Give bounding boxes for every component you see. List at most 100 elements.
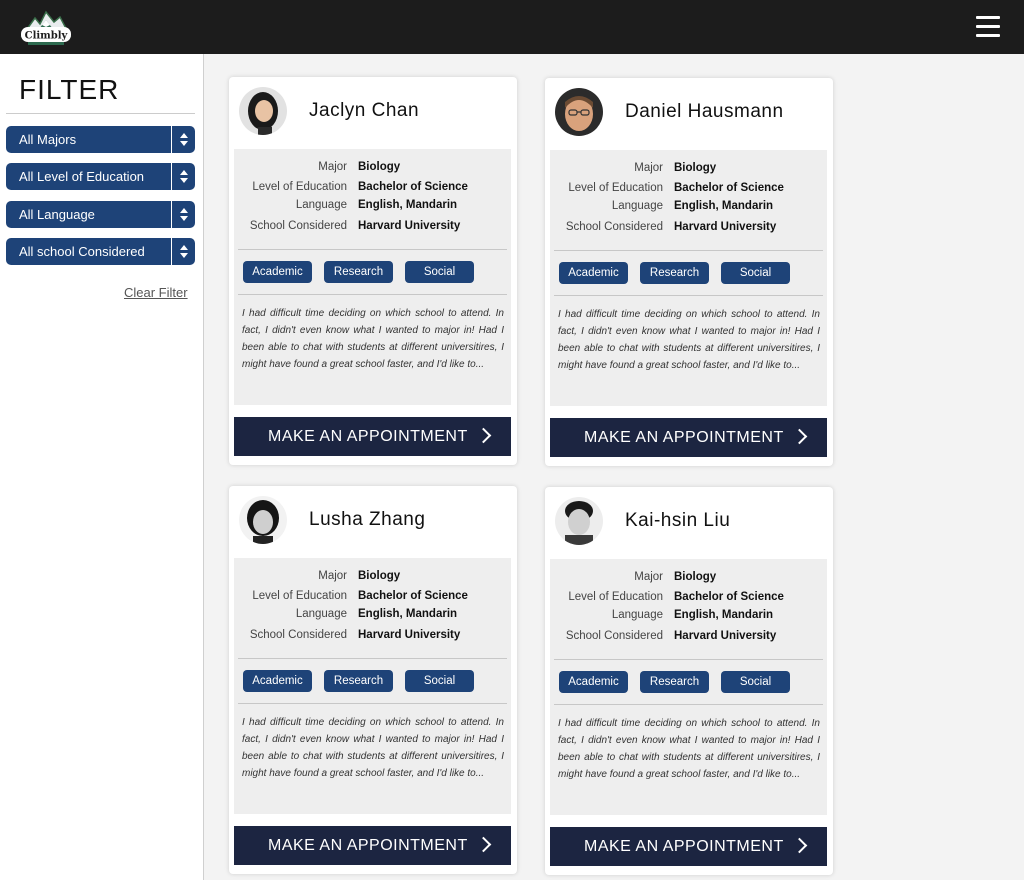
language-select[interactable]: All Language (6, 201, 195, 228)
education-level-value: Bachelor of Science (358, 590, 468, 602)
divider (238, 703, 507, 704)
make-appointment-button[interactable]: MAKE AN APPOINTMENT (550, 827, 827, 866)
divider (238, 658, 507, 659)
chevron-right-icon (475, 836, 492, 853)
select-value: All Language (19, 207, 95, 222)
language-value: English, Mandarin (674, 200, 774, 212)
student-description: I had difficult time deciding on which s… (558, 718, 820, 780)
student-info: Major Biology Level of Education Bachelor … (234, 558, 511, 814)
major-label: Major (634, 162, 663, 174)
make-appointment-button[interactable]: MAKE AN APPOINTMENT (234, 826, 511, 865)
education-level-value: Bachelor of Science (358, 181, 468, 193)
major-value: Biology (674, 571, 717, 583)
tag-social[interactable]: Social (405, 670, 474, 692)
select-arrows-icon (171, 163, 195, 190)
avatar (555, 88, 603, 136)
student-name: Daniel Hausmann (625, 101, 784, 122)
language-label: Language (295, 199, 347, 211)
school-label: School Considered (565, 221, 663, 233)
divider (554, 295, 823, 296)
student-name: Jaclyn Chan (309, 100, 420, 121)
student-description: I had difficult time deciding on which s… (558, 309, 820, 371)
button-label: MAKE AN APPOINTMENT (584, 429, 784, 446)
student-name: Kai-hsin Liu (625, 510, 731, 531)
tag-academic[interactable]: Academic (559, 262, 628, 284)
major-label: Major (318, 161, 347, 173)
divider (554, 659, 823, 660)
major-value: Biology (674, 162, 717, 174)
climbly-logo[interactable]: Climbly (18, 8, 74, 48)
make-appointment-button[interactable]: MAKE AN APPOINTMENT (550, 418, 827, 457)
divider (6, 113, 195, 114)
school-label: School Considered (565, 630, 663, 642)
school-value: Harvard University (674, 630, 777, 642)
chevron-right-icon (791, 428, 808, 445)
education-level-label: Level of Education (568, 591, 663, 603)
button-label: MAKE AN APPOINTMENT (268, 837, 468, 854)
school-value: Harvard University (674, 221, 777, 233)
student-card: Kai-hsin Liu Major Biology Level of Educa… (545, 487, 833, 875)
school-value: Harvard University (358, 629, 461, 641)
tag-research[interactable]: Research (324, 261, 393, 283)
hamburger-menu-icon[interactable] (976, 16, 1000, 38)
student-card: Jaclyn Chan Major Biology Level of Educat… (229, 77, 517, 465)
divider (554, 704, 823, 705)
make-appointment-button[interactable]: MAKE AN APPOINTMENT (234, 417, 511, 456)
avatar (239, 496, 287, 544)
divider (554, 250, 823, 251)
language-value: English, Mandarin (358, 199, 458, 211)
avatar (239, 87, 287, 135)
button-label: MAKE AN APPOINTMENT (268, 428, 468, 445)
divider (238, 249, 507, 250)
tag-social[interactable]: Social (721, 262, 790, 284)
major-label: Major (634, 571, 663, 583)
school-label: School Considered (249, 629, 347, 641)
language-label: Language (295, 608, 347, 620)
school-select[interactable]: All school Considered (6, 238, 195, 265)
language-label: Language (611, 609, 663, 621)
major-value: Biology (358, 161, 401, 173)
avatar (555, 497, 603, 545)
tag-social[interactable]: Social (405, 261, 474, 283)
button-label: MAKE AN APPOINTMENT (584, 838, 784, 855)
logo-text: Climbly (25, 31, 69, 42)
major-value: Biology (358, 570, 401, 582)
school-label: School Considered (249, 220, 347, 232)
select-arrows-icon (171, 238, 195, 265)
tag-research[interactable]: Research (640, 671, 709, 693)
tag-academic[interactable]: Academic (559, 671, 628, 693)
language-label: Language (611, 200, 663, 212)
tag-academic[interactable]: Academic (243, 670, 312, 692)
major-label: Major (318, 570, 347, 582)
education-level-value: Bachelor of Science (674, 182, 784, 194)
student-info: Major Biology Level of Education Bachelor … (234, 149, 511, 405)
chevron-right-icon (791, 837, 808, 854)
chevron-right-icon (475, 427, 492, 444)
tag-research[interactable]: Research (324, 670, 393, 692)
education-level-label: Level of Education (252, 590, 347, 602)
language-value: English, Mandarin (674, 609, 774, 621)
language-value: English, Mandarin (358, 608, 458, 620)
tag-research[interactable]: Research (640, 262, 709, 284)
student-card: Lusha Zhang Major Biology Level of Educat… (229, 486, 517, 874)
divider (238, 294, 507, 295)
majors-select[interactable]: All Majors (6, 126, 195, 153)
education-level-label: Level of Education (252, 181, 347, 193)
tag-social[interactable]: Social (721, 671, 790, 693)
select-value: All Level of Education (19, 169, 145, 184)
tag-academic[interactable]: Academic (243, 261, 312, 283)
school-value: Harvard University (358, 220, 461, 232)
select-value: All Majors (19, 132, 77, 147)
education-level-value: Bachelor of Science (674, 591, 784, 603)
select-value: All school Considered (19, 244, 145, 259)
student-card: Daniel Hausmann Major Biology Level of Ed… (545, 78, 833, 466)
clear-filter-link[interactable]: Clear Filter (124, 285, 188, 300)
education-level-select[interactable]: All Level of Education (6, 163, 195, 190)
filter-title: FILTER (19, 74, 120, 105)
education-level-label: Level of Education (568, 182, 663, 194)
student-name: Lusha Zhang (309, 509, 426, 530)
select-arrows-icon (171, 126, 195, 153)
top-bar: Climbly (0, 0, 1024, 54)
student-info: Major Biology Level of Education Bachelor … (550, 150, 827, 406)
filter-sidebar: FILTER All Majors All Level of Education… (0, 54, 204, 880)
